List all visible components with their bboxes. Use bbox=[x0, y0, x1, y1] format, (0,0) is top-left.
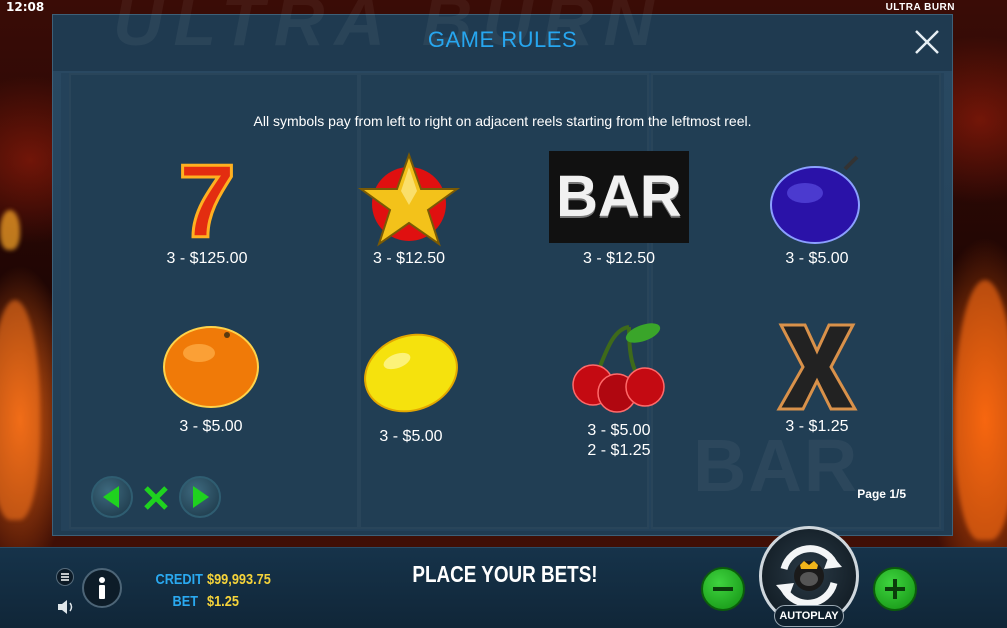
arrow-right-icon bbox=[193, 486, 209, 508]
orange-icon bbox=[161, 323, 261, 409]
paytable-entry: 3 - $5.00 bbox=[121, 323, 301, 437]
status-message: PLACE YOUR BETS! bbox=[412, 561, 598, 587]
modal-body: BAR bbox=[61, 73, 944, 531]
next-page-button[interactable] bbox=[179, 476, 221, 518]
paytable-entry: 3 - $12.50 bbox=[319, 149, 499, 269]
close-rules-button[interactable] bbox=[141, 483, 171, 513]
reel-ghost bbox=[69, 73, 359, 529]
seven-icon: 7 bbox=[157, 143, 257, 262]
control-bar: CREDIT $99,993.75 BET $1.25 PLACE YOUR B… bbox=[0, 526, 1007, 628]
close-icon bbox=[915, 30, 939, 54]
info-icon bbox=[99, 577, 105, 599]
paytable-entry: 3 - $5.00 bbox=[727, 149, 907, 269]
arrow-left-icon bbox=[103, 486, 119, 508]
close-x-green-icon bbox=[144, 486, 168, 510]
speaker-icon bbox=[58, 600, 73, 614]
payout-text: 3 - $12.50 bbox=[372, 250, 446, 267]
game-logo-small: ULTRA BURN bbox=[885, 2, 955, 13]
modal-header: ULTRA BURN GAME RULES bbox=[53, 0, 952, 71]
bet-label: BET bbox=[172, 593, 199, 610]
info-button[interactable] bbox=[82, 568, 122, 608]
minus-icon bbox=[713, 587, 733, 591]
paytable-entry: 3 - $5.00 2 - $1.25 bbox=[529, 319, 709, 461]
sound-button[interactable] bbox=[56, 598, 76, 616]
plum-icon bbox=[767, 149, 867, 249]
plus-icon bbox=[885, 579, 905, 599]
modal-title: GAME RULES bbox=[427, 27, 578, 52]
credit-label: CREDIT bbox=[155, 571, 203, 588]
bar-text: BAR bbox=[556, 164, 682, 229]
bar-icon: BAR bbox=[549, 151, 689, 243]
page-indicator: Page 1/5 bbox=[857, 487, 906, 501]
lemon-icon bbox=[361, 329, 461, 415]
autoplay-button[interactable]: AUTOPLAY bbox=[774, 605, 844, 627]
star-icon bbox=[354, 149, 464, 249]
cherry-icon bbox=[569, 319, 669, 413]
rules-intro-text: All symbols pay from left to right on ad… bbox=[253, 113, 752, 129]
menu-button[interactable] bbox=[56, 568, 74, 586]
game-rules-modal: ULTRA BURN GAME RULES BAR All symbols pa… bbox=[52, 0, 953, 536]
payout-text: 2 - $1.25 bbox=[587, 442, 651, 459]
bet-value: $1.25 bbox=[207, 593, 239, 610]
payout-text: 3 - $5.00 bbox=[587, 422, 651, 439]
payout-text: 3 - $12.50 bbox=[582, 250, 656, 267]
decrease-bet-button[interactable] bbox=[701, 567, 745, 611]
seven-glyph: 7 bbox=[178, 149, 236, 249]
payout-text: 3 - $125.00 bbox=[166, 250, 248, 267]
previous-page-button[interactable] bbox=[91, 476, 133, 518]
paytable-entry: 3 - $1.25 bbox=[727, 321, 907, 437]
paytable-entry: 3 - $5.00 bbox=[321, 329, 501, 447]
payout-text: 3 - $5.00 bbox=[785, 250, 849, 267]
payout-text: 3 - $1.25 bbox=[785, 418, 849, 435]
credit-value: $99,993.75 bbox=[207, 571, 271, 588]
payout-text: 3 - $5.00 bbox=[379, 428, 443, 445]
clock: 12:08 bbox=[6, 0, 45, 14]
paytable-entry: BAR 3 - $12.50 bbox=[529, 149, 709, 269]
close-button[interactable] bbox=[912, 27, 942, 57]
x-icon bbox=[767, 321, 867, 413]
increase-bet-button[interactable] bbox=[873, 567, 917, 611]
hamburger-menu-icon bbox=[61, 573, 69, 581]
payout-text: 3 - $5.00 bbox=[179, 418, 243, 435]
paytable-entry: 7 3 - $125.00 bbox=[117, 143, 297, 269]
